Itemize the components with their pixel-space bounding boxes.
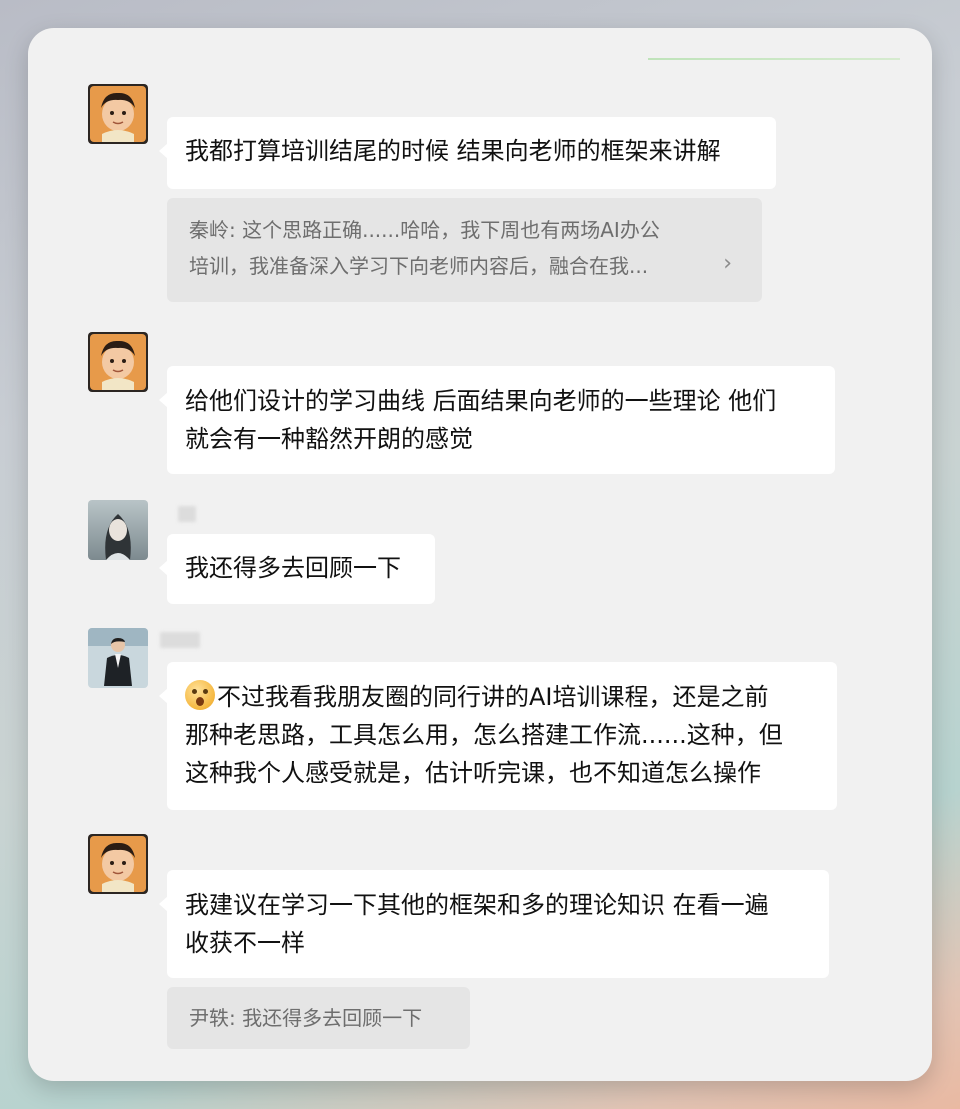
- quoted-reply[interactable]: 尹轶: 我还得多去回顾一下: [167, 987, 470, 1049]
- yawning-face-emoji-icon: [185, 680, 215, 710]
- avatar-man-suit[interactable]: [88, 628, 148, 688]
- sender-name: [160, 632, 200, 648]
- quote-text: 尹轶: 我还得多去回顾一下: [189, 1006, 423, 1030]
- message-text: 这种我个人感受就是，估计听完课，也不知道怎么操作: [185, 759, 761, 787]
- top-divider: [648, 58, 900, 60]
- message-text: 就会有一种豁然开朗的感觉: [185, 425, 473, 453]
- quoted-reply[interactable]: 秦岭: 这个思路正确......哈哈，我下周也有两场AI办公 培训，我准备深入学…: [167, 198, 762, 302]
- message-text: 我建议在学习一下其他的框架和多的理论知识 在看一遍: [185, 891, 769, 919]
- chat-card: 我都打算培训结尾的时候 结果向老师的框架来讲解 秦岭: 这个思路正确......…: [28, 28, 932, 1081]
- message-text: 给他们设计的学习曲线 后面结果向老师的一些理论 他们: [185, 387, 777, 415]
- avatar-portrait[interactable]: [88, 500, 148, 560]
- message-bubble[interactable]: 给他们设计的学习曲线 后面结果向老师的一些理论 他们 就会有一种豁然开朗的感觉: [159, 366, 835, 474]
- avatar-baby[interactable]: [88, 84, 148, 144]
- avatar-baby[interactable]: [88, 332, 148, 392]
- message-text: 收获不一样: [185, 929, 305, 957]
- message-bubble[interactable]: 我建议在学习一下其他的框架和多的理论知识 在看一遍 收获不一样: [159, 870, 829, 978]
- sender-name: [178, 506, 196, 522]
- message-text: 我还得多去回顾一下: [185, 554, 401, 582]
- message-bubble[interactable]: 不过我看我朋友圈的同行讲的AI培训课程，还是之前 那种老思路，工具怎么用，怎么搭…: [159, 662, 837, 810]
- message-text: 我都打算培训结尾的时候 结果向老师的框架来讲解: [185, 137, 721, 165]
- message-bubble[interactable]: 我都打算培训结尾的时候 结果向老师的框架来讲解: [159, 117, 776, 189]
- message-text: 那种老思路，工具怎么用，怎么搭建工作流......这种，但: [185, 721, 783, 749]
- chevron-right-icon[interactable]: ›: [723, 246, 732, 282]
- message-bubble[interactable]: 我还得多去回顾一下: [159, 534, 435, 604]
- quote-line: 培训，我准备深入学习下向老师内容后，融合在我...: [189, 254, 649, 278]
- avatar-baby[interactable]: [88, 834, 148, 894]
- message-text: 不过我看我朋友圈的同行讲的AI培训课程，还是之前: [217, 683, 769, 711]
- quote-line: 秦岭: 这个思路正确......哈哈，我下周也有两场AI办公: [189, 218, 660, 242]
